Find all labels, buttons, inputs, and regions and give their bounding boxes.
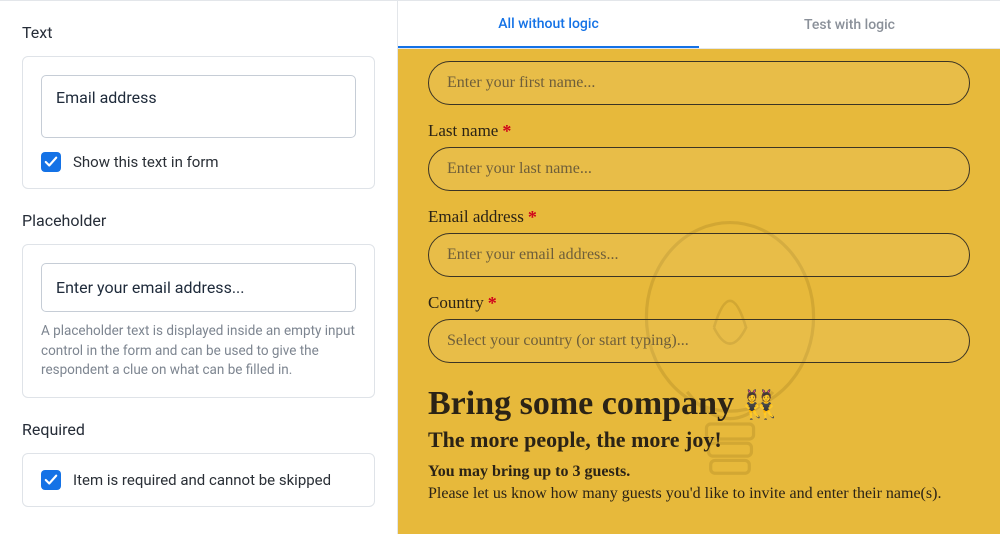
- required-card: Item is required and cannot be skipped: [22, 453, 375, 507]
- country-label: Country *: [428, 293, 970, 313]
- required-star-icon: *: [528, 208, 537, 226]
- required-label: Item is required and cannot be skipped: [73, 471, 331, 489]
- country-select[interactable]: Select your country (or start typing)...: [428, 319, 970, 363]
- show-text-checkbox[interactable]: [41, 152, 61, 172]
- label-text: Email address: [428, 207, 524, 227]
- last-name-input[interactable]: [428, 147, 970, 191]
- label-text: Country: [428, 293, 484, 313]
- first-name-input[interactable]: [428, 61, 970, 105]
- last-name-label: Last name *: [428, 121, 970, 141]
- title-text: Bring some company: [428, 385, 734, 423]
- section-heading-placeholder: Placeholder: [22, 211, 375, 230]
- section-heading-text: Text: [22, 23, 375, 42]
- required-star-icon: *: [502, 122, 511, 140]
- show-text-row: Show this text in form: [23, 138, 374, 188]
- form-field-email: Email address *: [428, 207, 970, 277]
- required-checkbox[interactable]: [41, 470, 61, 490]
- company-section-subtitle: The more people, the more joy!: [428, 427, 970, 453]
- preview-inner: Last name * Email address * Country *: [398, 61, 1000, 505]
- form-preview: Last name * Email address * Country *: [398, 49, 1000, 534]
- company-section-title: Bring some company 👯: [428, 385, 970, 423]
- preview-panel: All without logic Test with logic Last n…: [398, 0, 1000, 534]
- tab-test-with-logic[interactable]: Test with logic: [699, 1, 1000, 48]
- form-field-country: Country * Select your country (or start …: [428, 293, 970, 363]
- properties-panel: Text Show this text in form Placeholder …: [0, 0, 398, 534]
- email-label: Email address *: [428, 207, 970, 227]
- company-section-body: Please let us know how many guests you'd…: [428, 483, 970, 505]
- check-icon: [44, 155, 58, 169]
- email-input[interactable]: [428, 233, 970, 277]
- tab-all-without-logic[interactable]: All without logic: [398, 1, 699, 48]
- check-icon: [44, 473, 58, 487]
- required-row: Item is required and cannot be skipped: [23, 454, 374, 506]
- label-text: Last name: [428, 121, 498, 141]
- required-star-icon: *: [488, 294, 497, 312]
- show-text-label: Show this text in form: [73, 153, 219, 171]
- placeholder-input[interactable]: [41, 263, 356, 312]
- country-placeholder: Select your country (or start typing)...: [447, 332, 689, 350]
- dancers-icon: 👯: [742, 388, 777, 421]
- preview-tabs: All without logic Test with logic: [398, 1, 1000, 49]
- placeholder-help-text: A placeholder text is displayed inside a…: [23, 312, 374, 397]
- question-text-input[interactable]: [41, 75, 356, 138]
- form-field-last-name: Last name *: [428, 121, 970, 191]
- placeholder-card: A placeholder text is displayed inside a…: [22, 244, 375, 398]
- text-card: Show this text in form: [22, 56, 375, 189]
- section-heading-required: Required: [22, 420, 375, 439]
- form-field-first-name: [428, 61, 970, 105]
- company-section-bold: You may bring up to 3 guests.: [428, 463, 970, 481]
